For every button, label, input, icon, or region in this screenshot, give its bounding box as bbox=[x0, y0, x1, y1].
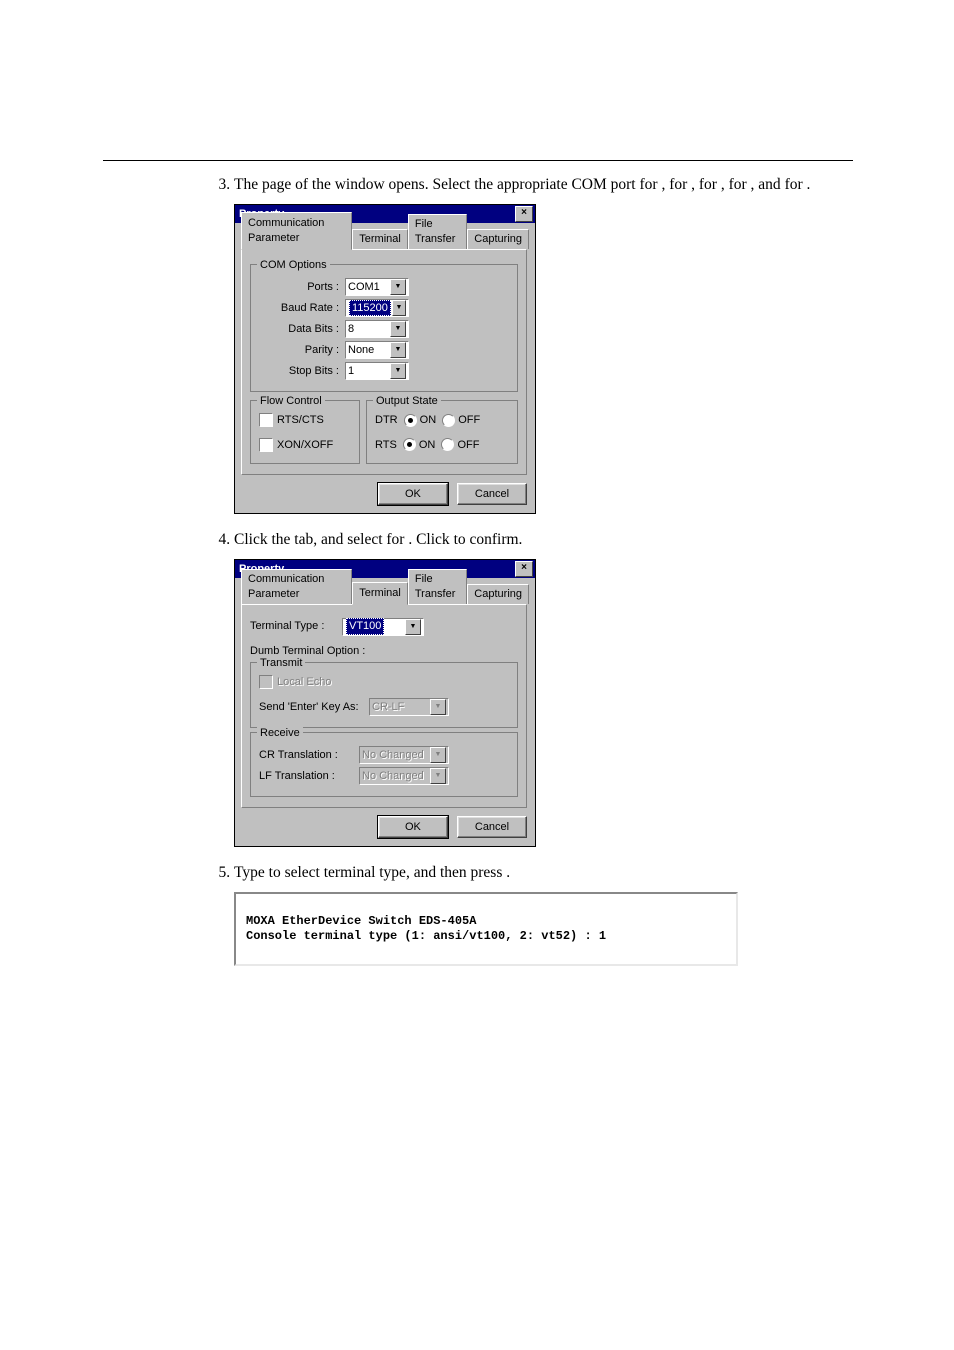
step-3-text: The page of the window opens. Select the… bbox=[234, 176, 810, 193]
dialog-2: Property × Communication Parameter Termi… bbox=[234, 559, 856, 848]
label-ports: Ports : bbox=[259, 280, 345, 295]
label-baud: Baud Rate : bbox=[259, 301, 345, 316]
select-lf: No Changed ▼ bbox=[359, 767, 449, 785]
cancel-button[interactable]: Cancel bbox=[457, 816, 527, 838]
console-window: MOXA EtherDevice Switch EDS-405A Console… bbox=[234, 892, 856, 966]
group-output-state: Output State DTR ON OFF RTS bbox=[366, 400, 518, 464]
rts-label: RTS bbox=[375, 439, 397, 451]
tab-terminal[interactable]: Terminal bbox=[352, 229, 408, 249]
step-4-text: Click the tab, and select for . Click to… bbox=[234, 531, 522, 548]
content-area: The page of the window opens. Select the… bbox=[202, 175, 856, 982]
legend-flow: Flow Control bbox=[257, 394, 325, 409]
dialog-1-tabs: Communication Parameter Terminal File Tr… bbox=[241, 229, 529, 249]
tab-file-transfer[interactable]: File Transfer bbox=[408, 214, 467, 249]
label-local-echo: Local Echo bbox=[277, 676, 331, 688]
step-5-text: Type to select terminal type, and then p… bbox=[234, 864, 510, 881]
select-send-enter: CR-LF ▼ bbox=[369, 698, 449, 716]
tab-capturing[interactable]: Capturing bbox=[467, 229, 529, 249]
radio-dtr-on[interactable] bbox=[404, 414, 417, 427]
label-xonxoff: XON/XOFF bbox=[277, 439, 333, 451]
label-parity: Parity : bbox=[259, 343, 345, 358]
cancel-button[interactable]: Cancel bbox=[457, 483, 527, 505]
checkbox-local-echo bbox=[259, 675, 273, 689]
tab-comm-param[interactable]: Communication Parameter bbox=[241, 212, 352, 250]
console-output: MOXA EtherDevice Switch EDS-405A Console… bbox=[234, 892, 738, 966]
dialog-1: Property × Communication Parameter Termi… bbox=[234, 204, 856, 514]
select-baud[interactable]: 115200 ▼ bbox=[345, 299, 409, 317]
dtr-label: DTR bbox=[375, 414, 398, 426]
label-databits: Data Bits : bbox=[259, 322, 345, 337]
tab-file-transfer[interactable]: File Transfer bbox=[408, 569, 467, 604]
label-terminal-type: Terminal Type : bbox=[250, 619, 342, 634]
step-4: Click the tab, and select for . Click to… bbox=[234, 530, 856, 848]
console-line-1: MOXA EtherDevice Switch EDS-405A bbox=[246, 914, 476, 928]
ok-button[interactable]: OK bbox=[378, 816, 448, 838]
chevron-down-icon: ▼ bbox=[405, 619, 421, 635]
radio-rts-on[interactable] bbox=[403, 438, 416, 451]
select-parity[interactable]: None ▼ bbox=[345, 341, 409, 359]
label-lf: LF Translation : bbox=[259, 769, 359, 784]
legend-com-options: COM Options bbox=[257, 258, 330, 273]
dialog-2-tabs: Communication Parameter Terminal File Tr… bbox=[241, 584, 529, 604]
chevron-down-icon: ▼ bbox=[430, 699, 446, 715]
page: The page of the window opens. Select the… bbox=[0, 0, 954, 1350]
group-com-options: COM Options Ports : COM1 ▼ bbox=[250, 264, 518, 392]
header-rule bbox=[103, 160, 853, 161]
chevron-down-icon: ▼ bbox=[390, 342, 406, 358]
legend-transmit: Transmit bbox=[257, 656, 305, 671]
label-stopbits: Stop Bits : bbox=[259, 364, 345, 379]
radio-rts-off[interactable] bbox=[441, 438, 454, 451]
label-send-enter: Send 'Enter' Key As: bbox=[259, 700, 369, 715]
select-databits[interactable]: 8 ▼ bbox=[345, 320, 409, 338]
chevron-down-icon: ▼ bbox=[390, 363, 406, 379]
close-icon[interactable]: × bbox=[515, 206, 533, 222]
chevron-down-icon: ▼ bbox=[430, 768, 446, 784]
instruction-list: The page of the window opens. Select the… bbox=[202, 175, 856, 966]
tab-capturing[interactable]: Capturing bbox=[467, 584, 529, 604]
checkbox-xonxoff[interactable] bbox=[259, 438, 273, 452]
tab-terminal[interactable]: Terminal bbox=[352, 582, 408, 605]
select-stopbits[interactable]: 1 ▼ bbox=[345, 362, 409, 380]
tab-comm-param[interactable]: Communication Parameter bbox=[241, 569, 352, 604]
radio-dtr-off[interactable] bbox=[442, 414, 455, 427]
select-ports[interactable]: COM1 ▼ bbox=[345, 278, 409, 296]
ok-button[interactable]: OK bbox=[378, 483, 448, 505]
chevron-down-icon: ▼ bbox=[392, 300, 406, 316]
legend-receive: Receive bbox=[257, 726, 303, 741]
chevron-down-icon: ▼ bbox=[430, 747, 446, 763]
label-cr: CR Translation : bbox=[259, 748, 359, 763]
close-icon[interactable]: × bbox=[515, 561, 533, 577]
chevron-down-icon: ▼ bbox=[390, 279, 406, 295]
label-rtscts: RTS/CTS bbox=[277, 414, 324, 426]
select-cr: No Changed ▼ bbox=[359, 746, 449, 764]
console-line-2: Console terminal type (1: ansi/vt100, 2:… bbox=[246, 929, 606, 943]
select-terminal-type[interactable]: VT100 ▼ bbox=[342, 618, 424, 636]
step-3: The page of the window opens. Select the… bbox=[234, 175, 856, 514]
checkbox-rtscts[interactable] bbox=[259, 413, 273, 427]
legend-output: Output State bbox=[373, 394, 441, 409]
group-receive: Receive CR Translation : No Changed ▼ bbox=[250, 732, 518, 797]
chevron-down-icon: ▼ bbox=[390, 321, 406, 337]
group-flow-control: Flow Control RTS/CTS XON/XOFF bbox=[250, 400, 360, 464]
group-transmit: Transmit Local Echo Send 'Enter' Key As:… bbox=[250, 662, 518, 728]
step-5: Type to select terminal type, and then p… bbox=[234, 863, 856, 966]
